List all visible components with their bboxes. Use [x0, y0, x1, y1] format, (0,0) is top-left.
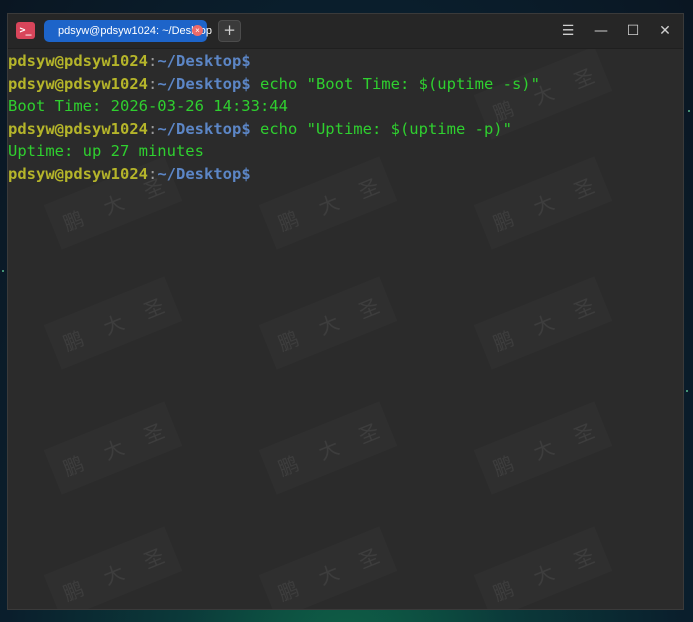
prompt-separator: :	[147, 164, 158, 183]
watermark: 鹏大圣	[474, 401, 613, 494]
prompt-path: ~/Desktop$	[157, 52, 251, 70]
prompt-line: pdsyw@pdsyw1024:~/Desktop$	[8, 163, 540, 186]
maximize-button[interactable]: ☐	[622, 21, 644, 41]
tab-close-icon[interactable]: ×	[192, 25, 203, 36]
terminal-window: >_ pdsyw@pdsyw1024: ~/Desktop × + ☰ — ☐ …	[7, 13, 684, 610]
minimize-button[interactable]: —	[590, 21, 612, 41]
watermark: 鹏大圣	[259, 526, 398, 609]
prompt-line: pdsyw@pdsyw1024:~/Desktop$ echo "Uptime:…	[8, 118, 540, 141]
prompt-separator: :	[147, 119, 158, 138]
prompt-line: pdsyw@pdsyw1024:~/Desktop$	[8, 50, 540, 73]
output-line: Boot Time: 2026-03-26 14:33:44	[8, 97, 288, 115]
close-button[interactable]: ✕	[654, 21, 676, 41]
prompt-user: pdsyw@pdsyw1024	[8, 164, 148, 183]
watermark: 鹏大圣	[44, 276, 183, 369]
watermark: 鹏大圣	[474, 526, 613, 609]
desktop-speck	[688, 110, 690, 112]
command-text: echo "Boot Time: $(uptime -s)"	[250, 74, 540, 93]
prompt-line: pdsyw@pdsyw1024:~/Desktop$ echo "Boot Ti…	[8, 73, 540, 96]
tab-title: pdsyw@pdsyw1024: ~/Desktop	[58, 25, 212, 37]
terminal-output: pdsyw@pdsyw1024:~/Desktop$ pdsyw@pdsyw102…	[8, 50, 540, 185]
prompt-user: pdsyw@pdsyw1024	[8, 74, 148, 93]
watermark: 鹏大圣	[474, 276, 613, 369]
command-text: echo "Uptime: $(uptime -p)"	[250, 119, 512, 138]
text-cursor	[251, 165, 260, 182]
prompt-user: pdsyw@pdsyw1024	[8, 52, 148, 70]
terminal-app-icon[interactable]: >_	[16, 22, 35, 39]
tab-active-terminal[interactable]: pdsyw@pdsyw1024: ~/Desktop ×	[44, 20, 212, 42]
watermark: 鹏大圣	[259, 276, 398, 369]
prompt-user: pdsyw@pdsyw1024	[8, 119, 148, 138]
new-tab-button[interactable]: +	[218, 20, 241, 42]
output-line: Uptime: up 27 minutes	[8, 142, 204, 160]
watermark: 鹏大圣	[259, 401, 398, 494]
prompt-separator: :	[147, 52, 158, 70]
watermark: 鹏大圣	[44, 526, 183, 609]
prompt-path: ~/Desktop$	[157, 119, 251, 138]
prompt-path: ~/Desktop$	[157, 164, 251, 183]
terminal-area[interactable]: 鹏大圣鹏大圣鹏大圣鹏大圣鹏大圣鹏大圣鹏大圣鹏大圣鹏大圣鹏大圣鹏大圣鹏大圣鹏大圣 …	[8, 49, 683, 609]
watermark: 鹏大圣	[44, 401, 183, 494]
prompt-separator: :	[147, 74, 158, 93]
desktop-speck	[686, 390, 688, 392]
prompt-path: ~/Desktop$	[157, 74, 251, 93]
title-bar[interactable]: >_ pdsyw@pdsyw1024: ~/Desktop × + ☰ — ☐ …	[8, 14, 683, 49]
menu-button[interactable]: ☰	[557, 21, 579, 41]
desktop-speck	[2, 270, 4, 272]
